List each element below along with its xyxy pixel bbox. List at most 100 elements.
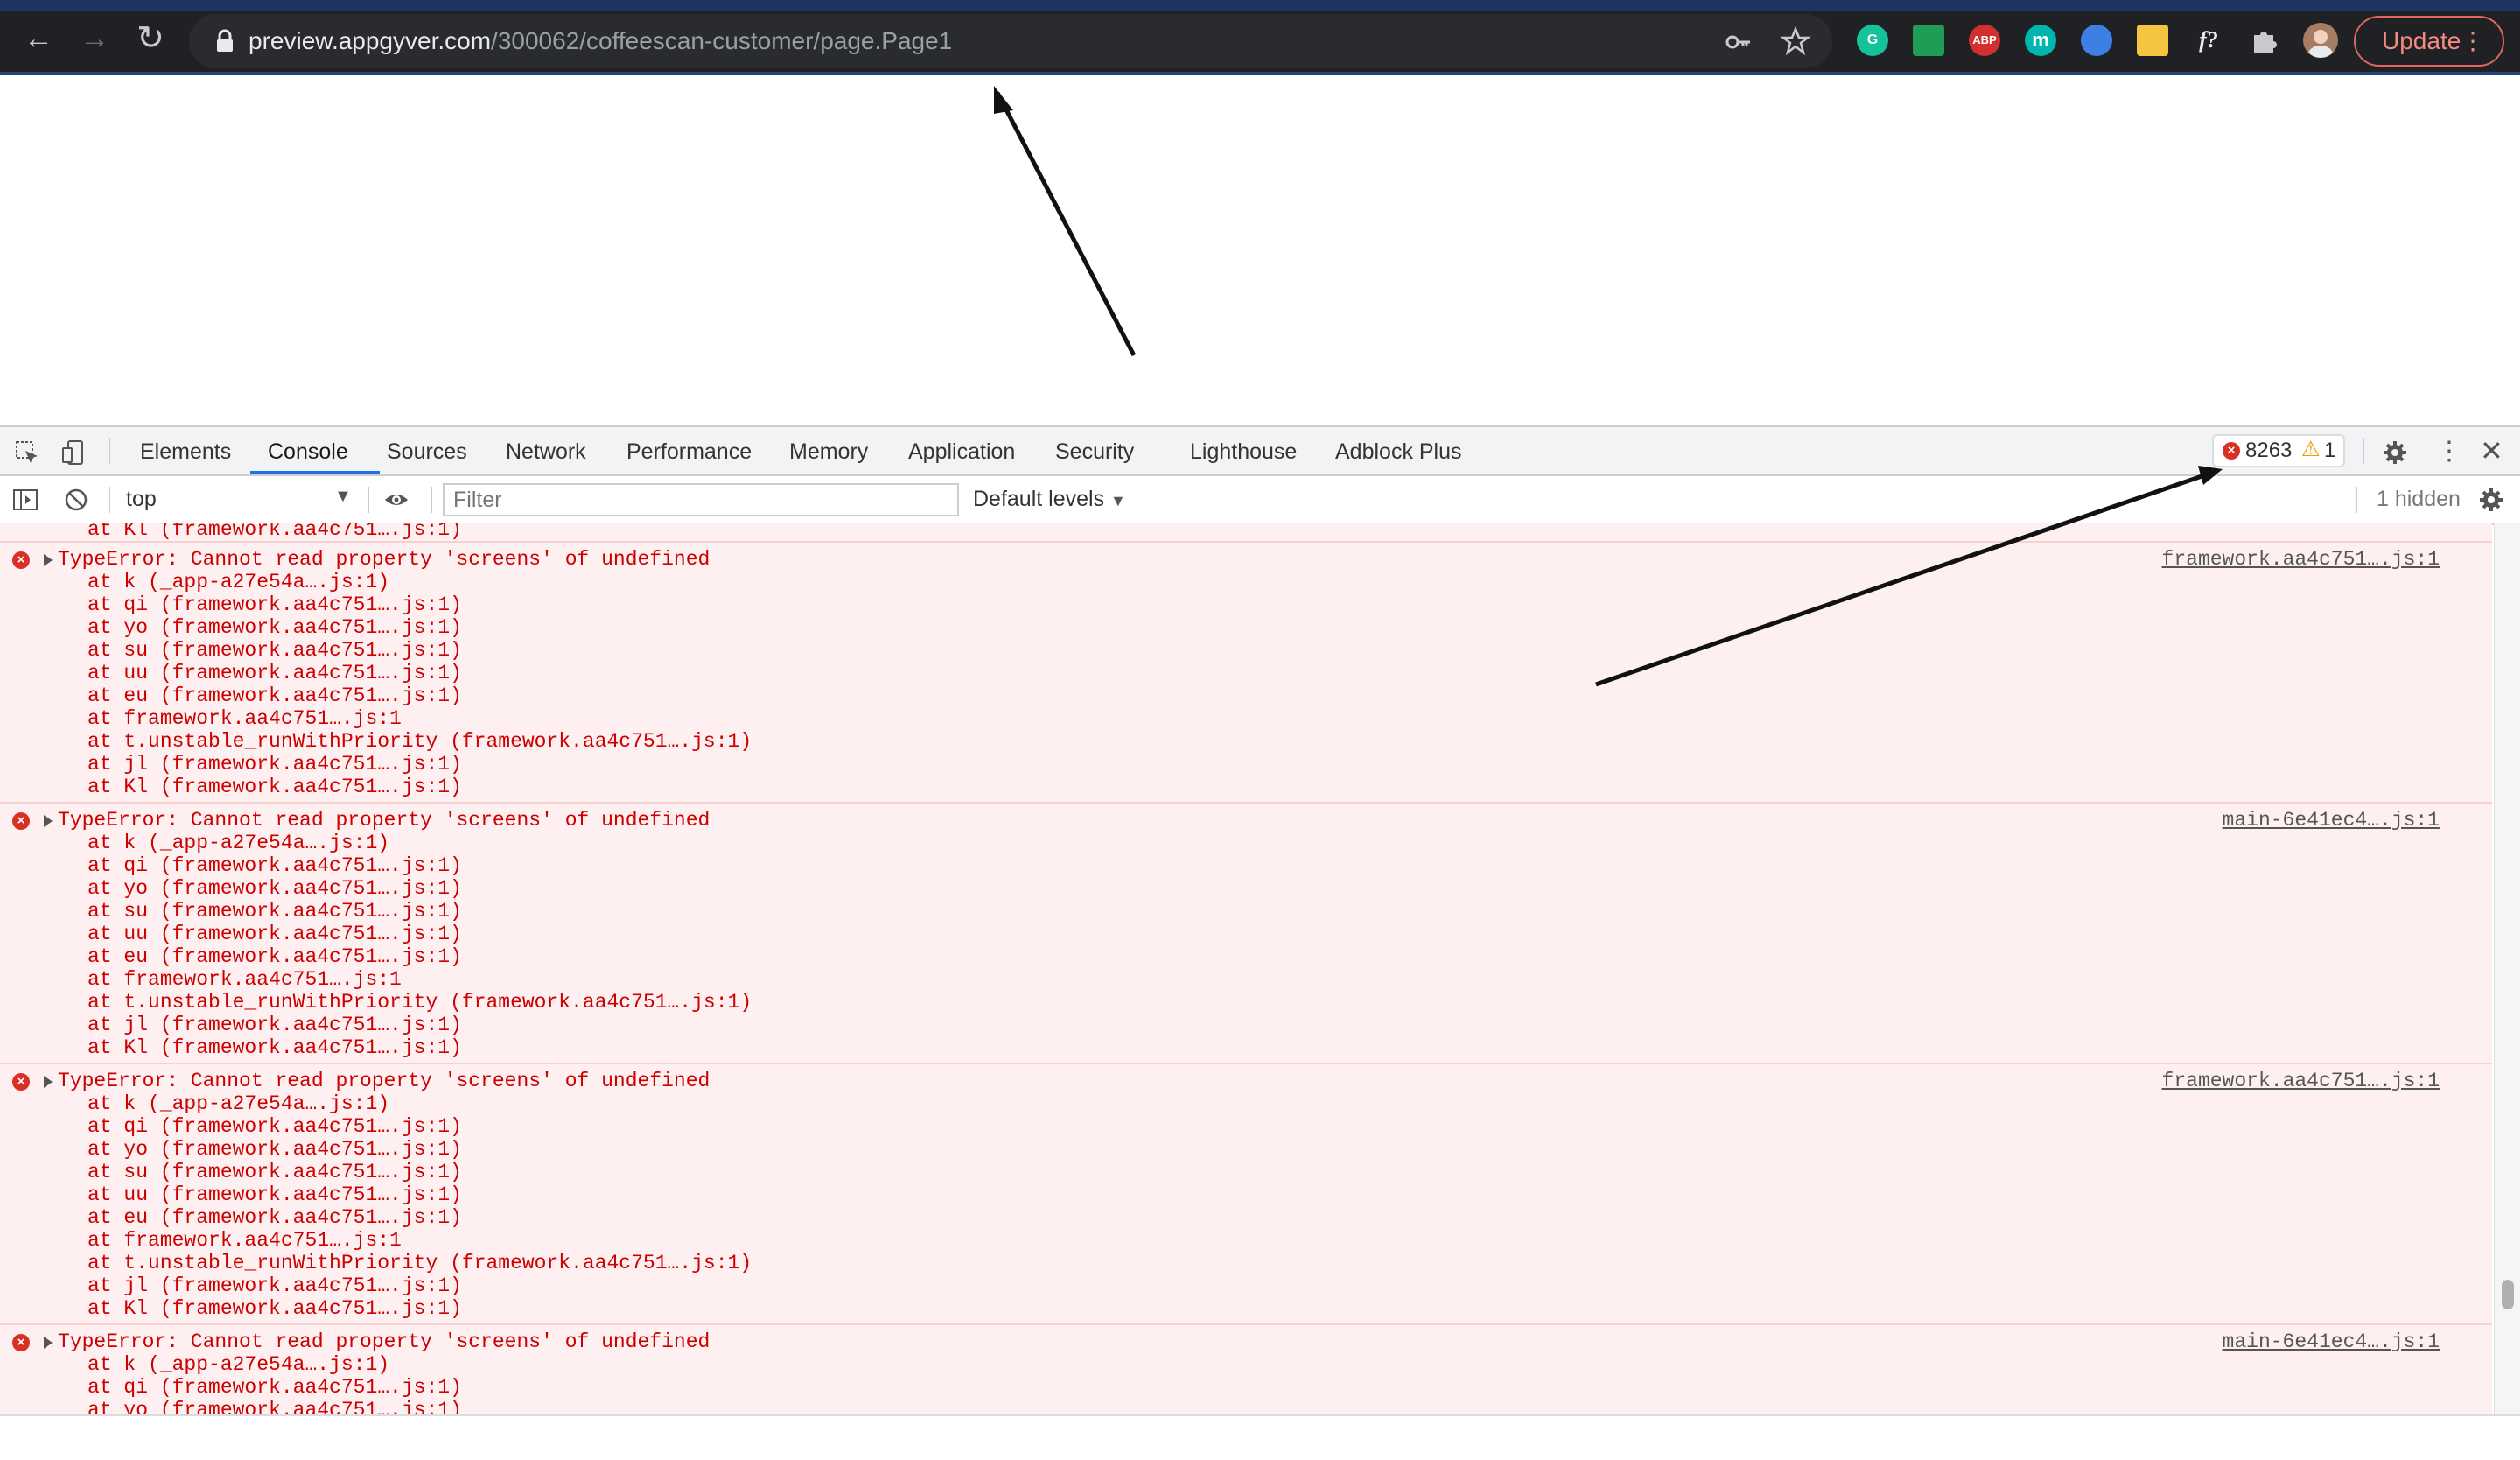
- stack-line[interactable]: at framework.aa4c751….js:1: [88, 1229, 402, 1252]
- source-link[interactable]: main-6e41ec4….js:1: [2222, 1330, 2440, 1353]
- error-icon: ×: [12, 1073, 30, 1091]
- stack-line[interactable]: at k (_app-a27e54a….js:1): [88, 1353, 389, 1376]
- log-levels-dropdown[interactable]: Default levels ▼: [973, 487, 1126, 512]
- inspect-element-icon[interactable]: [14, 439, 40, 466]
- source-link[interactable]: framework.aa4c751….js:1: [2162, 1070, 2440, 1092]
- devtools-tab-bar: Elements Console Sources Network Perform…: [0, 427, 2520, 476]
- stack-line[interactable]: at uu (framework.aa4c751….js:1): [88, 662, 462, 684]
- stack-line[interactable]: at yo (framework.aa4c751….js:1): [88, 616, 462, 639]
- tab-strip: [0, 0, 2520, 11]
- function-extension-icon[interactable]: f?: [2193, 25, 2224, 56]
- reload-icon[interactable]: ↻: [131, 19, 170, 58]
- console-error-message[interactable]: × TypeError: Cannot read property 'screen…: [0, 1063, 2492, 1327]
- stack-line[interactable]: at yo (framework.aa4c751….js:1): [88, 877, 462, 900]
- notes-extension-icon[interactable]: [2137, 25, 2168, 56]
- console-output[interactable]: at Kl (framework.aa4c751….js:1) × TypeErr…: [0, 523, 2492, 1416]
- console-error-message[interactable]: × TypeError: Cannot read property 'screen…: [0, 541, 2492, 805]
- browser-toolbar: ← → ↻ preview.appgyver.com/300062/coffee…: [0, 0, 2520, 75]
- stack-line[interactable]: at jl (framework.aa4c751….js:1): [88, 753, 462, 776]
- forward-icon[interactable]: →: [75, 19, 114, 58]
- stack-line[interactable]: at jl (framework.aa4c751….js:1): [88, 1274, 462, 1297]
- stack-line[interactable]: at su (framework.aa4c751….js:1): [88, 1161, 462, 1183]
- stack-line[interactable]: at framework.aa4c751….js:1: [88, 968, 402, 991]
- console-error-message[interactable]: × TypeError: Cannot read property 'screen…: [0, 802, 2492, 1066]
- tab-console[interactable]: Console: [268, 439, 348, 465]
- more-vert-icon: ⋮: [2460, 27, 2485, 54]
- bookmark-star-icon[interactable]: [1780, 25, 1811, 57]
- tab-lighthouse[interactable]: Lighthouse: [1190, 439, 1297, 465]
- key-icon[interactable]: [1724, 27, 1754, 57]
- expand-triangle-icon[interactable]: [44, 554, 52, 566]
- context-selector[interactable]: top ▼: [126, 487, 352, 512]
- filter-divider: [368, 487, 369, 513]
- stack-line[interactable]: at eu (framework.aa4c751….js:1): [88, 945, 462, 968]
- stack-line[interactable]: at eu (framework.aa4c751….js:1): [88, 684, 462, 707]
- tab-network[interactable]: Network: [506, 439, 586, 465]
- console-filter-input[interactable]: [443, 483, 959, 516]
- tab-security[interactable]: Security: [1055, 439, 1134, 465]
- tab-elements[interactable]: Elements: [140, 439, 231, 465]
- error-icon: ×: [12, 551, 30, 569]
- stack-line[interactable]: at t.unstable_runWithPriority (framework…: [88, 991, 752, 1014]
- extensions-puzzle-icon[interactable]: [2249, 25, 2280, 56]
- console-scrollbar[interactable]: [2494, 523, 2520, 1416]
- issues-counter[interactable]: × 8263 ⚠ 1: [2212, 434, 2345, 467]
- green-extension-icon[interactable]: [1913, 25, 1944, 56]
- m-extension-icon[interactable]: m: [2025, 25, 2056, 56]
- update-button[interactable]: Update ⋮: [2354, 16, 2504, 67]
- source-link[interactable]: framework.aa4c751….js:1: [2162, 548, 2440, 571]
- address-bar[interactable]: preview.appgyver.com/300062/coffeescan-c…: [189, 14, 1832, 68]
- stack-line[interactable]: at Kl (framework.aa4c751….js:1): [88, 1036, 462, 1059]
- source-link[interactable]: main-6e41ec4….js:1: [2222, 809, 2440, 832]
- stack-line[interactable]: at su (framework.aa4c751….js:1): [88, 900, 462, 923]
- stack-line[interactable]: at qi (framework.aa4c751….js:1): [88, 1115, 462, 1138]
- grammarly-extension-icon[interactable]: G: [1857, 25, 1888, 56]
- more-options-icon[interactable]: ⋮: [2436, 436, 2462, 467]
- back-icon[interactable]: ←: [19, 19, 58, 58]
- tab-sources[interactable]: Sources: [387, 439, 467, 465]
- tab-memory[interactable]: Memory: [789, 439, 868, 465]
- console-error-message[interactable]: × TypeError: Cannot read property 'screen…: [0, 1323, 2492, 1416]
- error-text: TypeError: Cannot read property 'screens…: [58, 1330, 710, 1353]
- stack-line[interactable]: at Kl (framework.aa4c751….js:1): [88, 776, 462, 798]
- stack-line[interactable]: at qi (framework.aa4c751….js:1): [88, 854, 462, 877]
- stack-line[interactable]: at t.unstable_runWithPriority (framework…: [88, 730, 752, 753]
- expand-triangle-icon[interactable]: [44, 1076, 52, 1088]
- clear-console-icon[interactable]: [63, 487, 89, 513]
- expand-triangle-icon[interactable]: [44, 1337, 52, 1349]
- device-toolbar-icon[interactable]: [61, 439, 88, 466]
- chevron-down-icon: ▼: [334, 487, 352, 506]
- stack-line[interactable]: at eu (framework.aa4c751….js:1): [88, 1206, 462, 1229]
- stack-line[interactable]: at qi (framework.aa4c751….js:1): [88, 593, 462, 616]
- filter-divider: [2356, 487, 2357, 513]
- stack-line[interactable]: at k (_app-a27e54a….js:1): [88, 571, 389, 593]
- adblock-plus-extension-icon[interactable]: ABP: [1969, 25, 2000, 56]
- stack-line[interactable]: at su (framework.aa4c751….js:1): [88, 639, 462, 662]
- blue-extension-icon[interactable]: [2081, 25, 2112, 56]
- settings-gear-icon[interactable]: [2382, 439, 2408, 466]
- show-sidebar-icon[interactable]: [12, 487, 38, 513]
- stack-line[interactable]: at uu (framework.aa4c751….js:1): [88, 923, 462, 945]
- close-devtools-icon[interactable]: ✕: [2480, 434, 2503, 467]
- tab-adblock-plus[interactable]: Adblock Plus: [1335, 439, 1462, 465]
- lock-icon: [217, 29, 233, 52]
- profile-avatar[interactable]: [2303, 23, 2338, 58]
- stack-line[interactable]: at jl (framework.aa4c751….js:1): [88, 1014, 462, 1036]
- filter-divider: [108, 487, 110, 513]
- stack-line[interactable]: at t.unstable_runWithPriority (framework…: [88, 1252, 752, 1274]
- bottom-drawer-edge: [0, 1414, 2520, 1460]
- stack-line[interactable]: at yo (framework.aa4c751….js:1): [88, 1399, 462, 1416]
- tab-application[interactable]: Application: [908, 439, 1015, 465]
- live-expression-eye-icon[interactable]: [383, 487, 410, 513]
- stack-line[interactable]: at k (_app-a27e54a….js:1): [88, 1092, 389, 1115]
- tab-performance[interactable]: Performance: [626, 439, 752, 465]
- stack-line[interactable]: at framework.aa4c751….js:1: [88, 707, 402, 730]
- stack-line[interactable]: at Kl (framework.aa4c751….js:1): [88, 1297, 462, 1320]
- stack-line[interactable]: at qi (framework.aa4c751….js:1): [88, 1376, 462, 1399]
- expand-triangle-icon[interactable]: [44, 815, 52, 827]
- stack-line[interactable]: at k (_app-a27e54a….js:1): [88, 832, 389, 854]
- console-settings-gear-icon[interactable]: [2478, 487, 2504, 513]
- stack-line[interactable]: at uu (framework.aa4c751….js:1): [88, 1183, 462, 1206]
- stack-line[interactable]: at yo (framework.aa4c751….js:1): [88, 1138, 462, 1161]
- scrollbar-thumb[interactable]: [2502, 1280, 2514, 1309]
